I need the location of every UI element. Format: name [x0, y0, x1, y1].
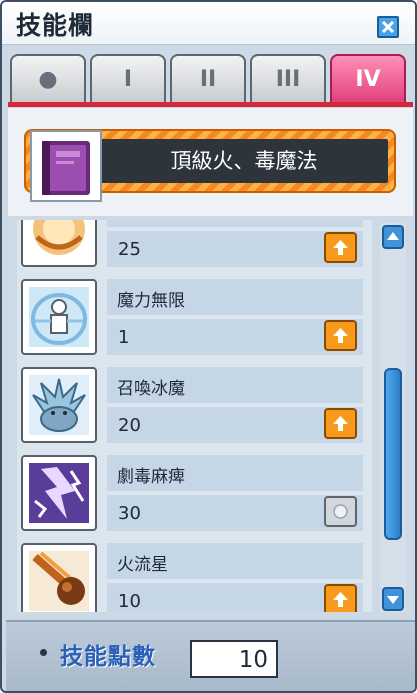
tab-fourth-job-label: IV [355, 67, 381, 92]
scroll-up-arrow-icon[interactable] [382, 225, 404, 249]
tab-fourth-job[interactable]: IV [330, 54, 406, 102]
skill-points-value: 10 [238, 647, 268, 673]
tab-beginner[interactable]: ● [10, 54, 86, 102]
meteor-icon[interactable] [21, 543, 97, 612]
skill-name: 魔力無限 [117, 291, 185, 311]
ice-demon-icon[interactable] [21, 367, 97, 443]
tab-first-job-label: I [123, 67, 133, 92]
skill-name-bar [107, 220, 363, 227]
paralyze-icon[interactable] [21, 455, 97, 531]
skill-up-button[interactable] [324, 320, 357, 351]
skill-up-button[interactable] [324, 232, 357, 263]
skill-row: 火流星 10 [17, 538, 372, 612]
category-title: 頂級火、毒魔法 [170, 149, 318, 173]
skill-name: 劇毒麻痺 [117, 467, 185, 487]
tab-second-job-label: II [199, 67, 217, 92]
tab-underline [8, 102, 413, 107]
skill-up-button[interactable] [324, 584, 357, 612]
skill-level: 1 [118, 327, 130, 348]
skill-points-bar: 技能點數 10 [6, 620, 415, 691]
tab-first-job[interactable]: I [90, 54, 166, 102]
skill-up-button[interactable] [324, 408, 357, 439]
skill-points-box: 10 [190, 640, 278, 678]
close-icon[interactable] [377, 16, 399, 38]
skill-list[interactable]: 25 魔力無限 1 召喚冰魔 20 劇毒麻痺 30 火流星 10 [17, 220, 372, 612]
skill-name: 火流星 [117, 555, 168, 575]
skill-row: 魔力無限 1 [17, 274, 372, 362]
skill-level: 30 [118, 503, 141, 524]
tab-third-job-label: III [275, 67, 301, 92]
bullet-icon [40, 649, 47, 656]
tab-second-job[interactable]: II [170, 54, 246, 102]
skill-row: 召喚冰魔 20 [17, 362, 372, 450]
skill-row: 劇毒麻痺 30 [17, 450, 372, 538]
scroll-down-arrow-icon[interactable] [382, 587, 404, 611]
skill-level: 20 [118, 415, 141, 436]
skill-window: 技能欄 ● I II III IV 頂級火、毒魔法 25 魔力無限 1 召喚冰魔… [0, 0, 417, 693]
job-tabs: ● I II III IV [10, 54, 410, 104]
skill-up-button-disabled[interactable] [324, 496, 357, 527]
spellbook-icon [30, 130, 102, 202]
skill-level: 10 [118, 591, 141, 612]
skill-points-label: 技能點數 [60, 644, 156, 670]
infinity-icon[interactable] [21, 279, 97, 355]
category-banner: 頂級火、毒魔法 [8, 108, 413, 216]
tab-third-job[interactable]: III [250, 54, 326, 102]
fire-swirl-icon[interactable] [21, 220, 97, 267]
skill-row: 25 [17, 220, 372, 274]
title-bar[interactable]: 技能欄 [2, 2, 415, 45]
tab-beginner-label: ● [38, 67, 58, 92]
skill-name: 召喚冰魔 [117, 379, 185, 399]
scrollbar-thumb[interactable] [384, 368, 402, 540]
skill-level: 25 [118, 239, 141, 260]
window-title: 技能欄 [16, 11, 95, 40]
